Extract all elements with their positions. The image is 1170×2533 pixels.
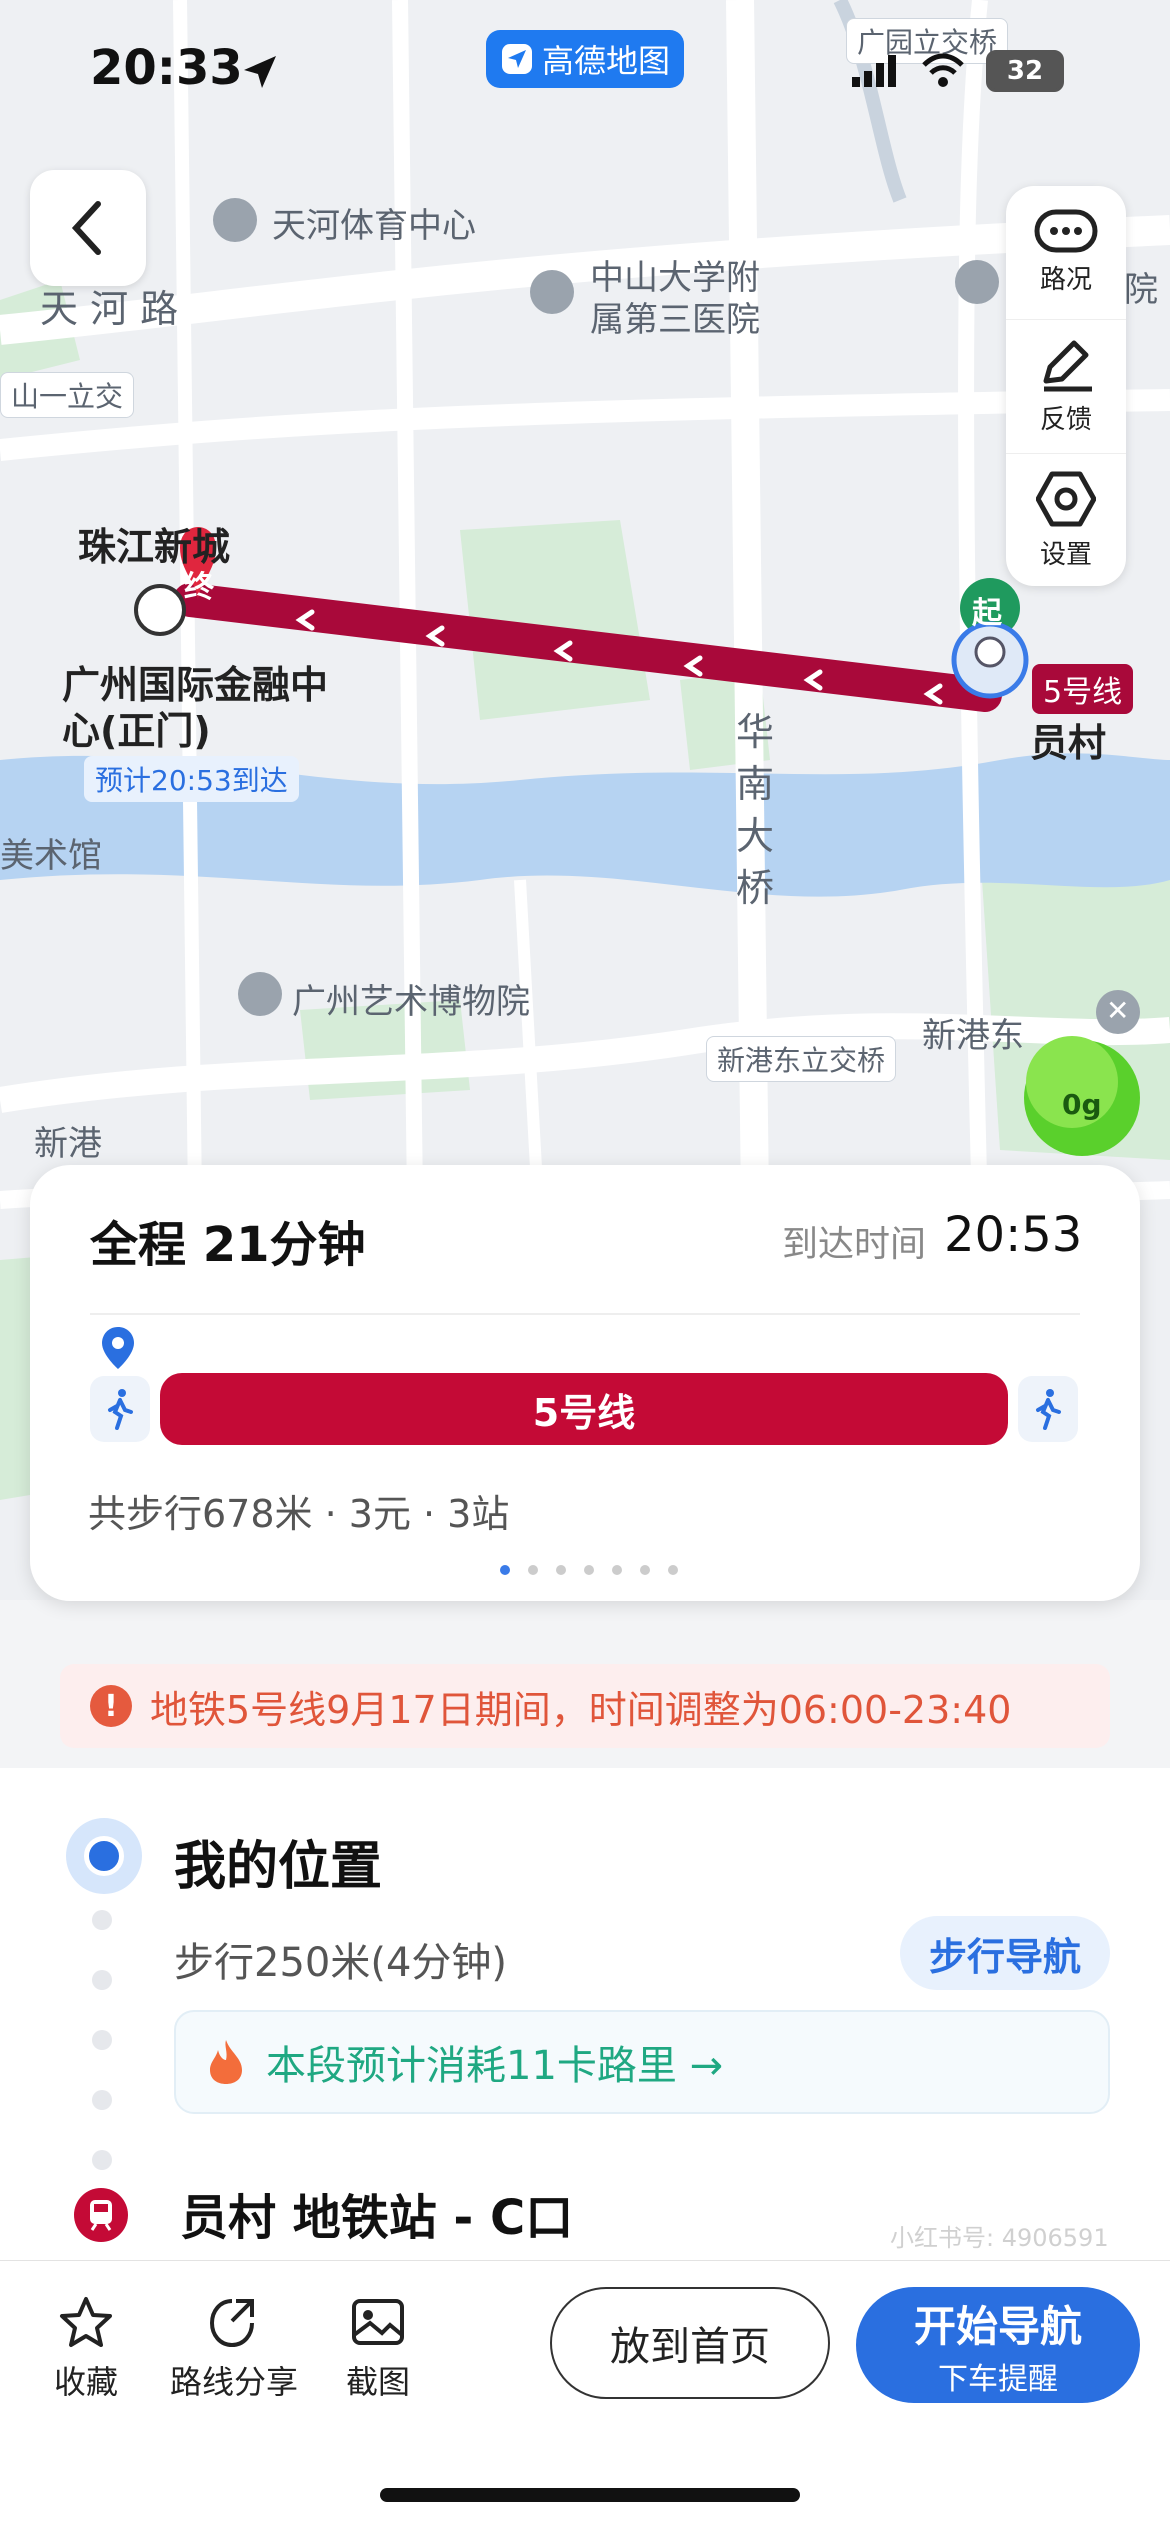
battery-icon: 32: [986, 50, 1064, 92]
settings-label: 设置: [1039, 540, 1092, 570]
walk-icon: [1036, 1389, 1061, 1430]
map-label-guangzhou-art-museum: 广州艺术博物院: [292, 982, 530, 1022]
map-line5-tag: 5号线: [1032, 664, 1134, 714]
home-indicator[interactable]: [380, 2488, 800, 2502]
screenshot-button[interactable]: 截图: [346, 2295, 410, 2403]
walk-navigation-button[interactable]: 步行导航: [900, 1916, 1110, 1990]
arrive-label: 到达时间: [782, 1224, 927, 1265]
location-arrow-icon: [244, 56, 276, 88]
settings-button[interactable]: 设置: [1006, 453, 1126, 587]
metro-line-bar: 5号线: [160, 1373, 1008, 1445]
watermark: 小红书号: 4906591: [890, 2224, 1109, 2252]
my-location-icon: [66, 1818, 142, 1894]
back-button[interactable]: [30, 170, 146, 286]
feedback-icon: [1043, 340, 1092, 392]
arrive-time: 20:53: [944, 1207, 1083, 1263]
my-position-label: 我的位置: [174, 1837, 383, 1897]
end-marker: 终: [184, 570, 214, 605]
map-label-tianhe-road: 天 河 路: [40, 287, 179, 331]
favorite-button[interactable]: 收藏: [54, 2295, 118, 2403]
start-navigation-button[interactable]: 开始导航 下车提醒: [856, 2287, 1140, 2403]
back-arrow-icon: [71, 201, 101, 255]
share-route-button[interactable]: 路线分享: [170, 2295, 298, 2403]
settings-icon: [1036, 471, 1096, 527]
app-badge-label: 高德地图: [541, 42, 670, 80]
screenshot-label: 截图: [346, 2363, 411, 2401]
feedback-label: 反馈: [1039, 405, 1092, 435]
fire-icon: [210, 2040, 242, 2084]
map-label-ifc-2: 心(正门): [62, 709, 211, 753]
star-icon: [60, 2297, 112, 2347]
step-connector-dot: [92, 2030, 112, 2050]
route-steps: 我的位置 步行250米(4分钟) 步行导航 本段预计消耗11卡路里 → 员村 地…: [0, 1768, 1170, 2260]
walk-segment-end: [1018, 1376, 1078, 1442]
map-label-xingangdong: 新港东: [922, 1016, 1024, 1056]
walk-segment-start: [90, 1376, 150, 1442]
traffic-button[interactable]: 路况: [1006, 186, 1126, 319]
amap-logo-icon: [501, 44, 532, 74]
signal-icon: [852, 55, 896, 87]
alight-reminder-label: 下车提醒: [938, 2361, 1058, 2397]
add-to-home-button[interactable]: 放到首页: [550, 2287, 830, 2399]
start-marker: 起: [972, 596, 1002, 631]
start-navigation-label: 开始导航: [913, 2301, 1082, 2351]
map-label-xingangdong-interchange: 新港东立交桥: [706, 1036, 897, 1082]
status-icons: 32: [850, 50, 1064, 92]
share-label: 路线分享: [170, 2363, 299, 2401]
map-label-hospital-2: 属第三医院: [590, 300, 760, 340]
step-connector-dot: [92, 2150, 112, 2170]
feedback-button[interactable]: 反馈: [1006, 319, 1126, 453]
card-divider: [90, 1313, 1080, 1315]
battery-level: 32: [1006, 56, 1044, 86]
status-time: 20:33: [90, 40, 243, 96]
image-icon: [352, 2299, 404, 2345]
map-label-art-museum-left: 美术馆: [0, 836, 102, 876]
share-icon: [209, 2299, 254, 2348]
map-label-zhongshan-interchange: 山一立交: [0, 372, 135, 418]
walk-icon: [108, 1389, 133, 1430]
metro-station-icon: [74, 2188, 128, 2242]
step-connector-dot: [92, 1910, 112, 1930]
traffic-icon: [1034, 209, 1098, 253]
close-icon[interactable]: ✕: [1106, 994, 1129, 1027]
step-connector-dot: [92, 1970, 112, 1990]
route-summary: 共步行678米 · 3元 · 3站: [88, 1492, 510, 1536]
notice-text: 地铁5号线9月17日期间，时间调整为06:00-23:40: [150, 1687, 1012, 1732]
page-dot[interactable]: [668, 1565, 678, 1575]
app-badge[interactable]: 高德地图: [486, 30, 684, 88]
location-pin-icon: [102, 1327, 134, 1369]
page-indicator[interactable]: [500, 1565, 678, 1575]
page-dot-active[interactable]: [500, 1565, 510, 1575]
map-eta-tag: 预计20:53到达: [84, 756, 299, 802]
favorite-label: 收藏: [54, 2363, 119, 2401]
map-label-tianhe-sports: 天河体育中心: [272, 206, 476, 246]
page-dot[interactable]: [640, 1565, 650, 1575]
traffic-label: 路况: [1039, 265, 1092, 295]
page-dot[interactable]: [556, 1565, 566, 1575]
page-dot[interactable]: [584, 1565, 594, 1575]
eco-value[interactable]: 0g: [1062, 1088, 1102, 1121]
page-dot[interactable]: [528, 1565, 538, 1575]
station-name: 员村 地铁站 - C口: [180, 2190, 574, 2246]
route-card[interactable]: 全程 21分钟 到达时间 20:53 5号线 共步行678米 · 3元 · 3站: [30, 1165, 1140, 1601]
walk-description: 步行250米(4分钟): [174, 1940, 508, 1986]
map-tools-panel: 路况 反馈 设置: [1006, 186, 1126, 586]
service-notice[interactable]: ! 地铁5号线9月17日期间，时间调整为06:00-23:40: [60, 1664, 1110, 1748]
map-label-huanan-bridge: 华 南 大 桥: [736, 710, 775, 910]
route-total-time: 全程 21分钟: [90, 1217, 366, 1273]
step-connector-dot: [92, 2090, 112, 2110]
map-label-xingang: 新港: [34, 1124, 102, 1164]
calorie-banner[interactable]: 本段预计消耗11卡路里 →: [174, 2010, 1110, 2114]
map-label-yuncun: 员村: [1030, 721, 1107, 765]
alert-icon: !: [90, 1685, 132, 1727]
calorie-text: 本段预计消耗11卡路里 →: [266, 2043, 724, 2089]
map-label-yuan: 院: [1124, 270, 1158, 310]
wifi-icon: [922, 53, 964, 87]
page-dot[interactable]: [612, 1565, 622, 1575]
